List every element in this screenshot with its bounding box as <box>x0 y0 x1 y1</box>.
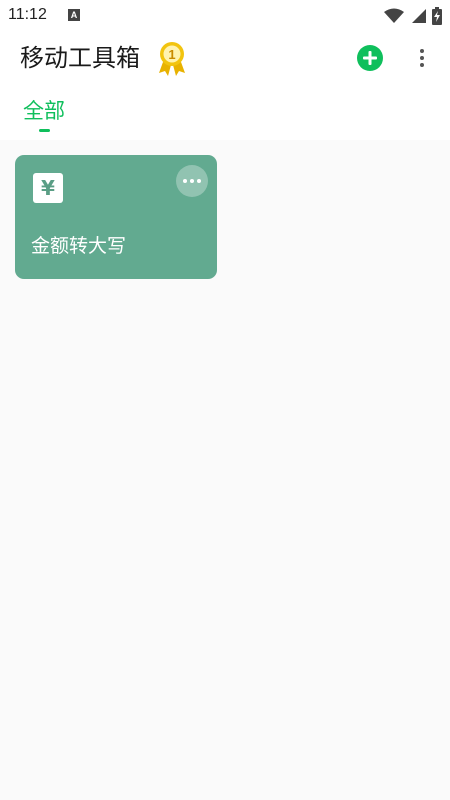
medal-number: 1 <box>168 47 175 62</box>
app-title: 移动工具箱 <box>20 44 140 72</box>
notification-icon: A <box>68 9 80 21</box>
tool-card-amount-to-uppercase[interactable]: ¥ 金额转大写 <box>15 155 217 279</box>
plus-icon <box>363 51 377 65</box>
tab-indicator <box>39 129 50 132</box>
medal-icon: 1 <box>159 42 185 76</box>
more-vert-dot <box>420 56 424 60</box>
more-dot <box>183 179 187 183</box>
status-icons <box>384 6 442 26</box>
tab-all[interactable]: 全部 <box>23 96 65 136</box>
add-button[interactable] <box>357 45 383 71</box>
more-vert-dot <box>420 63 424 67</box>
tab-bar: 全部 <box>0 88 450 140</box>
tool-card-title: 金额转大写 <box>31 235 127 257</box>
signal-icon <box>412 9 426 23</box>
battery-charging-icon <box>432 7 442 25</box>
status-bar: 11:12 A <box>0 0 450 32</box>
app-bar: 移动工具箱 1 <box>0 32 450 88</box>
more-vert-dot <box>420 49 424 53</box>
tab-all-label: 全部 <box>23 99 65 123</box>
tool-list: ¥ 金额转大写 <box>0 140 450 800</box>
yuan-icon: ¥ <box>33 173 63 203</box>
more-dot <box>197 179 201 183</box>
wifi-icon <box>384 8 404 23</box>
more-dot <box>190 179 194 183</box>
status-time: 11:12 <box>8 6 47 23</box>
more-options-button[interactable] <box>410 44 434 72</box>
card-more-button[interactable] <box>176 165 208 197</box>
